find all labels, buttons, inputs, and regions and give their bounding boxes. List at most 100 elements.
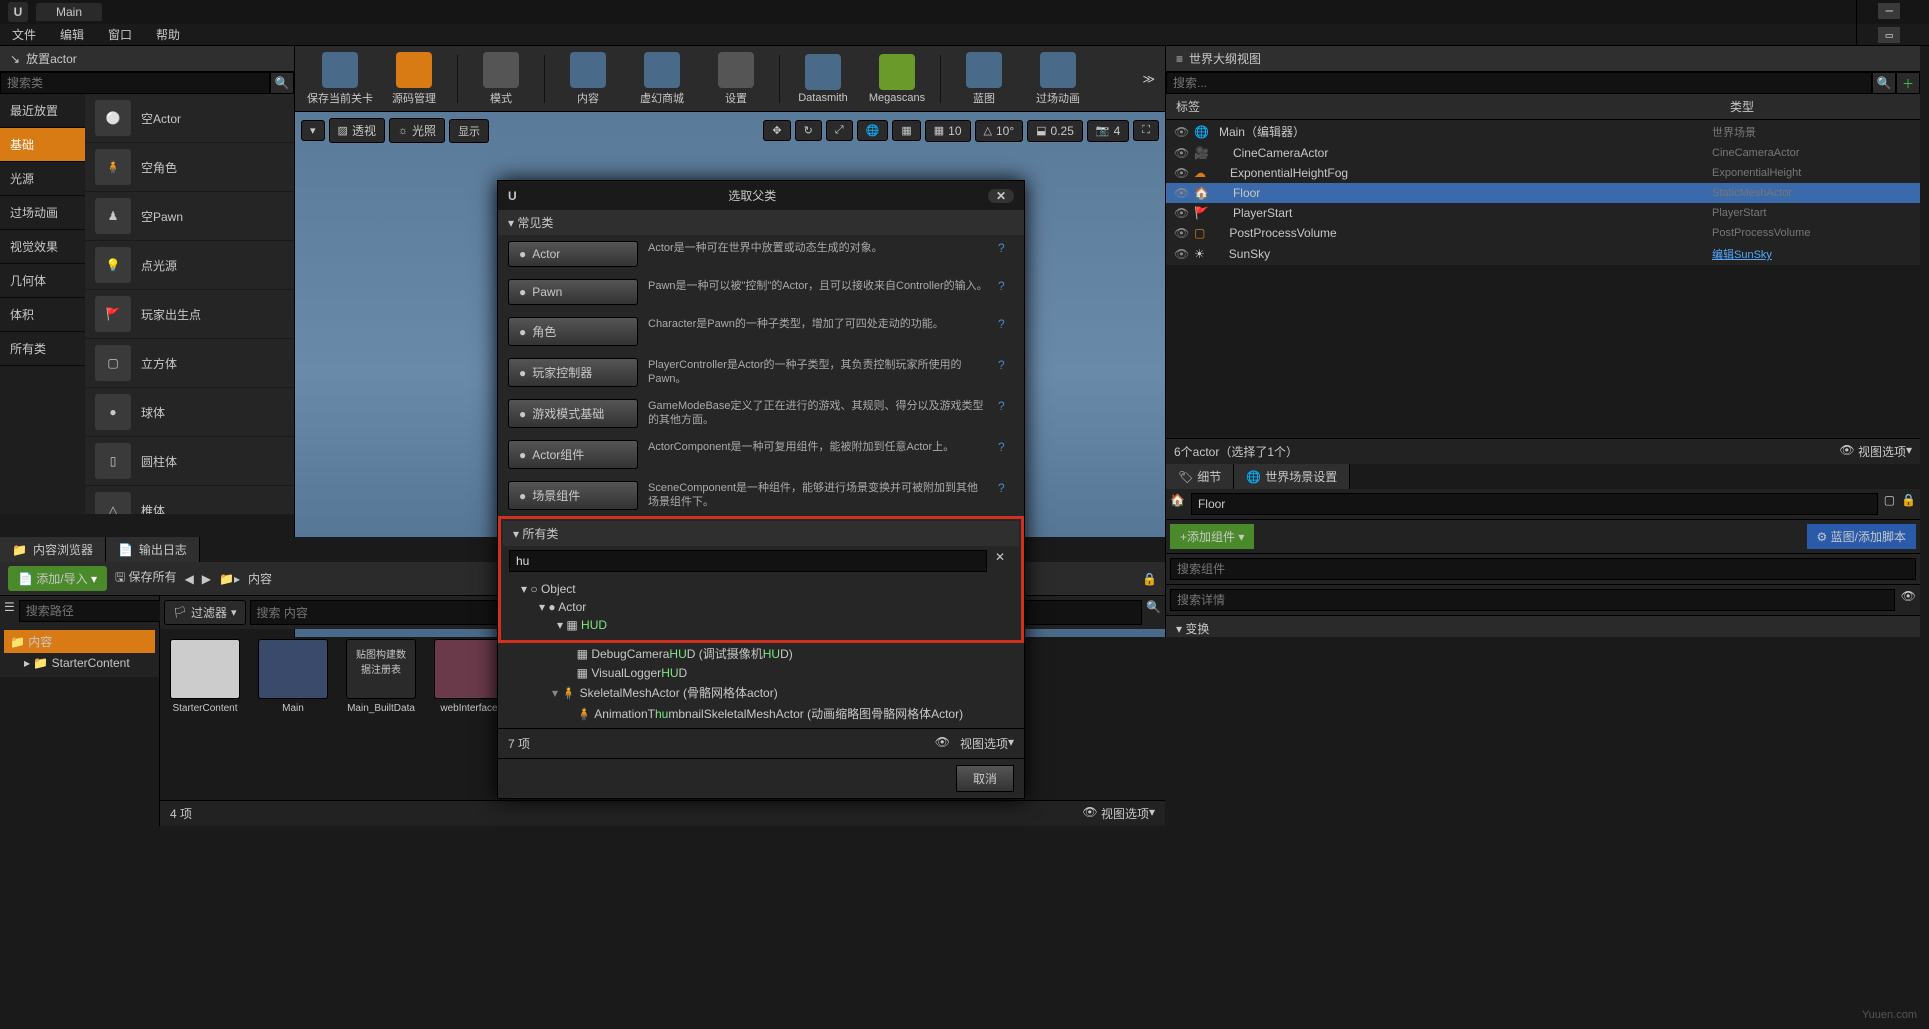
add-import-button[interactable]: 📄 添加/导入 ▾ (8, 566, 107, 591)
browse-icon[interactable]: ▢ (1884, 493, 1895, 515)
world-settings-tab[interactable]: 🌐世界场景设置 (1234, 464, 1350, 489)
viewport-options[interactable]: ▾ (301, 120, 325, 141)
place-actors-search[interactable] (0, 72, 270, 94)
tree-node[interactable]: ▾ ● Actor (509, 598, 1013, 616)
class-button[interactable]: ●Pawn (508, 279, 638, 305)
tree-toggle-icon[interactable]: ☰ (4, 600, 15, 622)
class-option[interactable]: ●Actor组件ActorComponent是一种可复用组件，能被附加到任意Ac… (498, 434, 1024, 475)
class-search-input[interactable] (509, 550, 987, 572)
cat-geometry[interactable]: 几何体 (0, 264, 85, 298)
modal-close-button[interactable]: ✕ (988, 189, 1014, 203)
tree-root[interactable]: 📁 内容 (4, 630, 155, 653)
cat-cinematic[interactable]: 过场动画 (0, 196, 85, 230)
viewport-perspective[interactable]: ▨ 透视 (329, 118, 385, 143)
content-browser-tab[interactable]: 📁内容浏览器 (0, 537, 106, 562)
surface-snap[interactable]: ▦ (892, 120, 920, 141)
actor-item[interactable]: ♟空Pawn (85, 192, 294, 241)
actor-item[interactable]: ●球体 (85, 388, 294, 437)
actor-item[interactable]: ▢立方体 (85, 339, 294, 388)
content-button[interactable]: 内容 (553, 49, 623, 109)
class-option[interactable]: ●ActorActor是一种可在世界中放置或动态生成的对象。? (498, 235, 1024, 273)
actor-item[interactable]: 🚩玩家出生点 (85, 290, 294, 339)
eye-icon[interactable]: 👁 (1174, 125, 1188, 139)
menu-help[interactable]: 帮助 (156, 26, 180, 43)
blueprint-button[interactable]: 蓝图 (949, 49, 1019, 109)
view-options[interactable]: 视图选项 (1101, 805, 1149, 822)
view-options[interactable]: 视图选项 (1858, 443, 1906, 460)
save-button[interactable]: 保存当前关卡 (305, 49, 375, 109)
output-log-tab[interactable]: 📄输出日志 (106, 537, 200, 562)
tree-node[interactable]: 🧍 AnimationThumbnailSkeletalMeshActor (动… (504, 703, 1018, 724)
all-classes-header[interactable]: ▾ 所有类 (503, 521, 1019, 546)
camera-speed[interactable]: 📷 4 (1087, 120, 1129, 142)
content-item[interactable]: webInterface (434, 639, 504, 790)
lock-icon[interactable]: 🔒 (1142, 572, 1157, 586)
outliner-row[interactable]: 👁🌐Main（编辑器）世界场景 (1166, 120, 1920, 143)
view-options[interactable]: 视图选项 (960, 735, 1008, 752)
help-icon[interactable]: ? (998, 440, 1014, 454)
transform-section[interactable]: ▾ 变换 (1166, 616, 1920, 637)
outliner-row[interactable]: 👁☁ExponentialHeightFogExponentialHeight (1166, 163, 1920, 183)
eye-icon[interactable]: 👁 (1174, 226, 1188, 240)
cinematic-button[interactable]: 过场动画 (1023, 49, 1093, 109)
document-tab[interactable]: Main (36, 3, 102, 21)
help-icon[interactable]: ? (998, 279, 1014, 293)
grid-snap[interactable]: ▦ 10 (925, 120, 971, 142)
transform-rotate-icon[interactable]: ↻ (795, 120, 822, 141)
class-option[interactable]: ●玩家控制器PlayerController是Actor的一种子类型，其负责控制… (498, 352, 1024, 393)
actor-item[interactable]: △椎体 (85, 486, 294, 514)
outliner-row-selected[interactable]: 👁🏠FloorStaticMeshActor (1166, 183, 1920, 203)
class-option[interactable]: ●角色Character是Pawn的一种子类型，增加了可四处走动的功能。? (498, 311, 1024, 352)
breadcrumb[interactable]: 内容 (248, 570, 272, 587)
cat-all[interactable]: 所有类 (0, 332, 85, 366)
nav-fwd-icon[interactable]: ▶ (202, 572, 211, 586)
angle-snap[interactable]: △ 10° (975, 120, 1024, 142)
details-tab[interactable]: 🏷细节 (1166, 464, 1234, 489)
class-option[interactable]: ●场景组件SceneComponent是一种组件，能够进行场景变换并可被附加到其… (498, 475, 1024, 516)
cat-basic[interactable]: 基础 (0, 128, 85, 162)
class-button[interactable]: ●场景组件 (508, 481, 638, 510)
class-button[interactable]: ●游戏模式基础 (508, 399, 638, 428)
add-icon[interactable]: ＋ (1896, 72, 1920, 94)
tree-node[interactable]: ▾ ○ Object (509, 580, 1013, 598)
cat-visual[interactable]: 视觉效果 (0, 230, 85, 264)
class-button[interactable]: ●Actor组件 (508, 440, 638, 469)
outliner-row[interactable]: 👁☀SunSky编辑SunSky (1166, 243, 1920, 265)
transform-translate-icon[interactable]: ✥ (763, 120, 790, 141)
tree-node[interactable]: ▦ DebugCameraHUD (调试摄像机HUD) (504, 643, 1018, 664)
minimize-button[interactable]: ─ (1878, 3, 1900, 19)
blueprint-script-button[interactable]: ⚙ 蓝图/添加脚本 (1807, 524, 1916, 549)
detail-search[interactable] (1170, 589, 1895, 611)
class-option[interactable]: ●PawnPawn是一种可以被"控制"的Actor，且可以接收来自Control… (498, 273, 1024, 311)
nav-back-icon[interactable]: ◀ (185, 572, 194, 586)
help-icon[interactable]: ? (998, 399, 1014, 413)
class-button[interactable]: ●角色 (508, 317, 638, 346)
outliner-search[interactable] (1166, 72, 1872, 94)
source-control-button[interactable]: 源码管理 (379, 49, 449, 109)
lock-icon[interactable]: 🏠 (1170, 493, 1185, 515)
cat-volumes[interactable]: 体积 (0, 298, 85, 332)
menu-file[interactable]: 文件 (12, 26, 36, 43)
coord-space[interactable]: 🌐 (857, 120, 889, 141)
cat-recent[interactable]: 最近放置 (0, 94, 85, 128)
actor-item[interactable]: 💡点光源 (85, 241, 294, 290)
outliner-row[interactable]: 👁▢PostProcessVolumePostProcessVolume (1166, 223, 1920, 243)
filter-button[interactable]: 🏳 过滤器▾ (164, 600, 246, 625)
maximize-button[interactable]: ▭ (1878, 27, 1900, 43)
common-classes-header[interactable]: ▾ 常见类 (498, 210, 1024, 235)
filter-icon[interactable]: 👁 (1901, 589, 1916, 611)
outliner-row[interactable]: 👁🚩PlayerStartPlayerStart (1166, 203, 1920, 223)
class-button[interactable]: ●Actor (508, 241, 638, 267)
cancel-button[interactable]: 取消 (956, 765, 1014, 792)
eye-icon[interactable]: 👁 (1174, 206, 1188, 220)
eye-icon[interactable]: 👁 (1174, 247, 1188, 261)
actor-item[interactable]: 🧍空角色 (85, 143, 294, 192)
viewport-show[interactable]: 显示 (449, 119, 489, 143)
actor-item[interactable]: ▯圆柱体 (85, 437, 294, 486)
component-search[interactable] (1170, 558, 1916, 580)
settings-button[interactable]: 设置 (701, 49, 771, 109)
help-icon[interactable]: ? (998, 241, 1014, 255)
content-item[interactable]: 贴图构建数据注册表Main_BuiltData (346, 639, 416, 790)
tree-node[interactable]: ▾ 🧍 SkeletalMeshActor (骨骼网格体actor) (504, 682, 1018, 703)
menu-window[interactable]: 窗口 (108, 26, 132, 43)
